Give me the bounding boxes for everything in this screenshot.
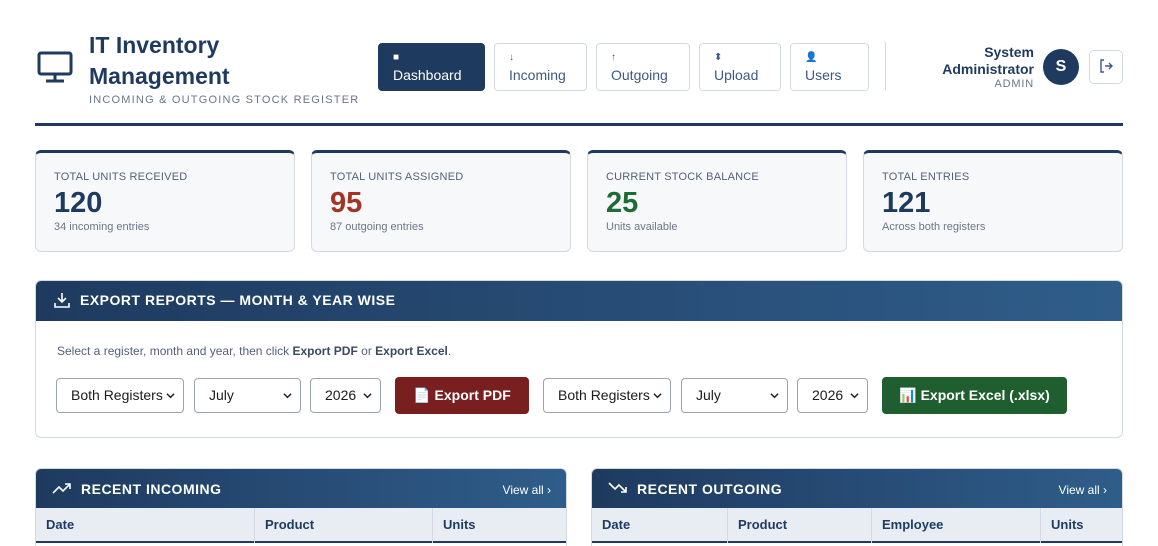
column-header-date[interactable]: Date bbox=[36, 508, 255, 543]
stat-note: Across both registers bbox=[882, 221, 986, 233]
export-panel-title: EXPORT REPORTS — MONTH & YEAR WISE bbox=[80, 292, 396, 308]
nav-divider bbox=[885, 42, 886, 90]
stat-value: 95 bbox=[330, 187, 363, 219]
recent-incoming-header: RECENT INCOMING View all › bbox=[36, 469, 566, 508]
pdf-year-select[interactable]: 2026 bbox=[310, 378, 381, 413]
select-value: Both Registers bbox=[71, 387, 163, 403]
nav-dashboard[interactable]: ■ Dashboard bbox=[378, 43, 485, 91]
nav-label: Users bbox=[805, 67, 842, 83]
excel-year-select[interactable]: 2026 bbox=[797, 378, 868, 413]
stat-note: 87 outgoing entries bbox=[330, 221, 424, 233]
recent-outgoing-panel: RECENT OUTGOING View all › Date Product … bbox=[591, 468, 1123, 546]
export-instructions: Select a register, month and year, then … bbox=[57, 344, 451, 358]
nav-upload[interactable]: ⬍ Upload bbox=[699, 43, 781, 91]
app-subtitle: INCOMING & OUTGOING STOCK REGISTER bbox=[89, 94, 360, 106]
logout-button[interactable] bbox=[1089, 50, 1123, 84]
table-header: Date Product Units bbox=[36, 508, 566, 543]
chevron-down-icon bbox=[166, 393, 175, 399]
stat-label: TOTAL ENTRIES bbox=[882, 171, 970, 183]
column-header-employee[interactable]: Employee bbox=[872, 508, 1041, 543]
instr-excel: Export Excel bbox=[375, 344, 448, 358]
user-name: System Administrator bbox=[942, 44, 1034, 77]
pdf-register-select[interactable]: Both Registers bbox=[56, 378, 184, 413]
stat-card-balance: CURRENT STOCK BALANCE 25 Units available bbox=[587, 150, 847, 252]
chevron-down-icon bbox=[653, 393, 662, 399]
pdf-month-select[interactable]: July bbox=[194, 378, 301, 413]
select-value: July bbox=[209, 387, 234, 403]
view-all-outgoing-link[interactable]: View all › bbox=[1059, 483, 1107, 497]
table-header: Date Product Employee Units bbox=[592, 508, 1122, 543]
stat-value: 25 bbox=[606, 187, 639, 219]
logout-icon bbox=[1100, 59, 1113, 73]
upload-icon: ⬍ bbox=[714, 52, 723, 63]
column-header-product[interactable]: Product bbox=[255, 508, 433, 543]
nav-incoming[interactable]: ↓ Incoming bbox=[494, 43, 587, 91]
export-panel-header: EXPORT REPORTS — MONTH & YEAR WISE bbox=[36, 281, 1122, 321]
instr-pdf: Export PDF bbox=[292, 344, 358, 358]
select-value: Both Registers bbox=[558, 387, 650, 403]
nav-label: Outgoing bbox=[611, 67, 668, 83]
stat-card-assigned: TOTAL UNITS ASSIGNED 95 87 outgoing entr… bbox=[311, 150, 571, 252]
stat-label: TOTAL UNITS ASSIGNED bbox=[330, 171, 464, 183]
arrow-up-icon: ↑ bbox=[611, 52, 616, 63]
chevron-down-icon bbox=[770, 393, 779, 399]
instr-prefix: Select a register, month and year, then … bbox=[57, 344, 293, 358]
user-role: ADMIN bbox=[994, 78, 1034, 90]
nav-label: Incoming bbox=[509, 67, 566, 83]
app-title: IT Inventory Management bbox=[89, 32, 230, 89]
select-value: 2026 bbox=[812, 387, 844, 403]
monitor-icon bbox=[37, 51, 73, 83]
stat-note: 34 incoming entries bbox=[54, 221, 150, 233]
nav-label: Dashboard bbox=[393, 67, 462, 83]
nav-label: Upload bbox=[714, 67, 759, 83]
export-panel: EXPORT REPORTS — MONTH & YEAR WISE Selec… bbox=[35, 280, 1123, 438]
chevron-down-icon bbox=[850, 393, 859, 399]
dashboard-icon: ■ bbox=[393, 52, 400, 63]
instr-suffix: . bbox=[447, 344, 452, 358]
chevron-down-icon bbox=[283, 393, 292, 399]
stat-card-received: TOTAL UNITS RECEIVED 120 34 incoming ent… bbox=[35, 150, 295, 252]
stat-label: CURRENT STOCK BALANCE bbox=[606, 171, 759, 183]
recent-outgoing-title: RECENT OUTGOING bbox=[637, 481, 783, 497]
nav-outgoing[interactable]: ↑ Outgoing bbox=[596, 43, 690, 91]
instr-mid: or bbox=[357, 344, 376, 358]
stat-value: 120 bbox=[54, 187, 103, 219]
export-excel-button[interactable]: 📊 Export Excel (.xlsx) bbox=[882, 377, 1067, 414]
user-icon: 👤 bbox=[805, 52, 818, 63]
excel-register-select[interactable]: Both Registers bbox=[543, 378, 671, 413]
excel-month-select[interactable]: July bbox=[681, 378, 788, 413]
download-icon bbox=[54, 293, 70, 308]
view-all-incoming-link[interactable]: View all › bbox=[503, 483, 551, 497]
chevron-down-icon bbox=[363, 393, 372, 399]
recent-incoming-title: RECENT INCOMING bbox=[81, 481, 222, 497]
recent-incoming-panel: RECENT INCOMING View all › Date Product … bbox=[35, 468, 567, 546]
app-header: IT Inventory Management INCOMING & OUTGO… bbox=[35, 28, 1123, 126]
column-header-product[interactable]: Product bbox=[728, 508, 872, 543]
nav-users[interactable]: 👤 Users bbox=[790, 43, 869, 91]
column-header-units[interactable]: Units bbox=[433, 508, 566, 543]
avatar[interactable]: S bbox=[1043, 49, 1079, 85]
stat-card-entries: TOTAL ENTRIES 121 Across both registers bbox=[863, 150, 1123, 252]
select-value: July bbox=[696, 387, 721, 403]
select-value: 2026 bbox=[325, 387, 357, 403]
stat-label: TOTAL UNITS RECEIVED bbox=[54, 171, 188, 183]
stat-value: 121 bbox=[882, 187, 931, 219]
trending-up-icon bbox=[52, 483, 71, 494]
recent-outgoing-header: RECENT OUTGOING View all › bbox=[592, 469, 1122, 508]
arrow-down-icon: ↓ bbox=[509, 52, 514, 63]
trending-down-icon bbox=[608, 482, 627, 493]
stat-note: Units available bbox=[606, 221, 678, 233]
column-header-date[interactable]: Date bbox=[592, 508, 728, 543]
column-header-units[interactable]: Units bbox=[1041, 508, 1122, 543]
export-pdf-button[interactable]: 📄 Export PDF bbox=[395, 377, 529, 414]
